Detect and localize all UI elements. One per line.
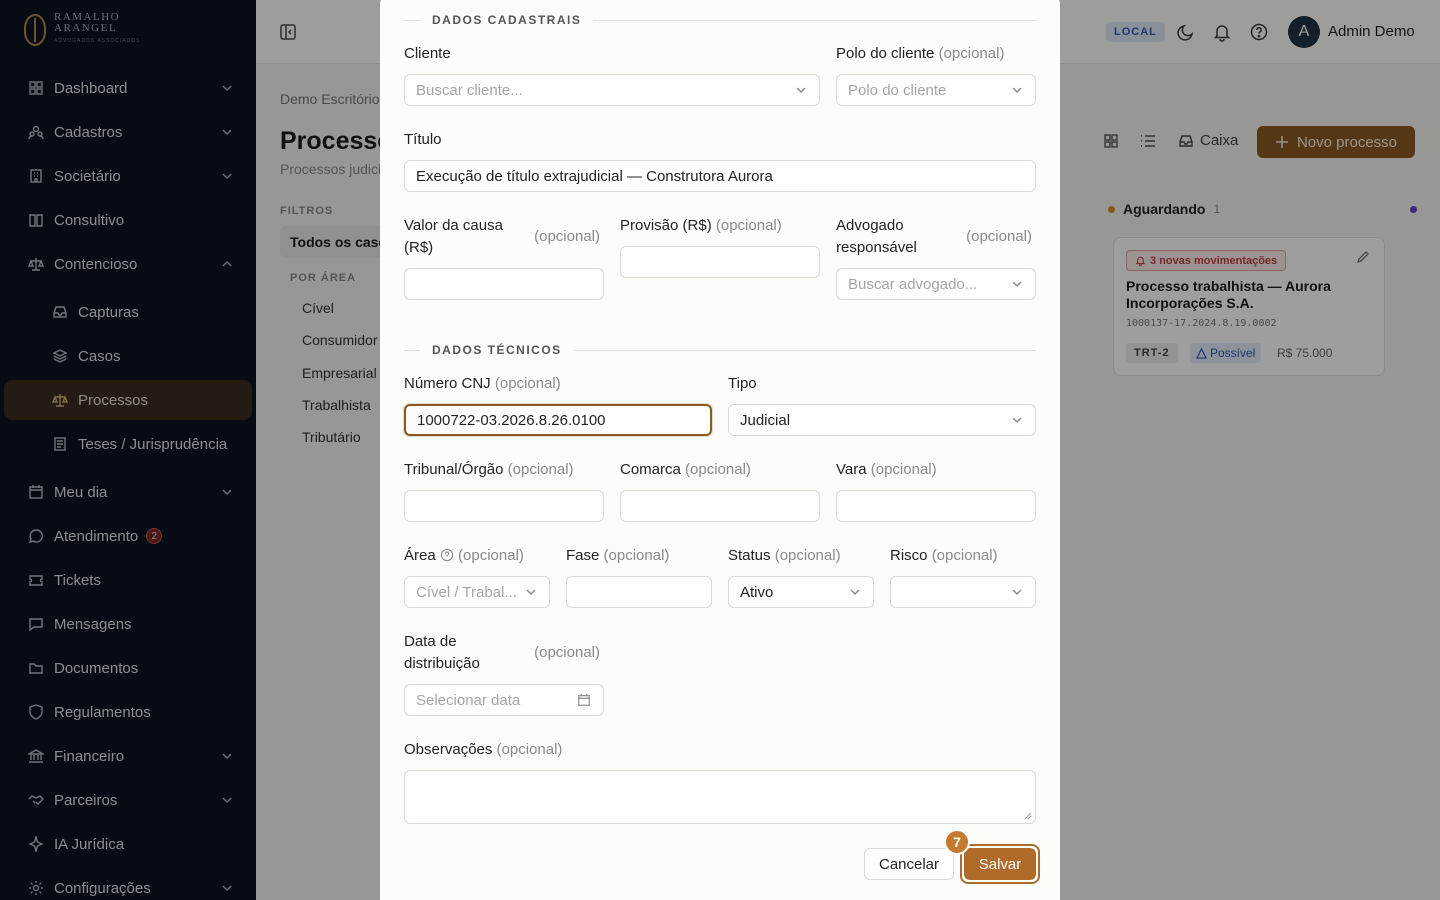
cancel-button[interactable]: Cancelar [864,848,954,880]
provisao-input[interactable] [620,246,820,278]
risco-label: Risco (opcional) [890,547,998,564]
area-select[interactable]: Cível / Trabal... [404,576,550,608]
save-button-highlight: Salvar [960,844,1040,884]
cliente-select[interactable]: Buscar cliente... [404,74,820,106]
calendar-icon [578,693,590,706]
risco-select[interactable] [890,576,1036,608]
polo-label: Polo do cliente (opcional) [836,45,1005,62]
cliente-label: Cliente [404,45,451,62]
cnj-input[interactable]: 1000722-03.2026.8.26.0100 [404,404,712,436]
provisao-label: Provisão (R$) (opcional) [620,217,782,234]
process-form-dialog: DADOS CADASTRAIS Cliente Buscar cliente.… [380,0,1060,900]
section-title: DADOS TÉCNICOS [432,343,562,357]
tipo-label: Tipo [728,375,757,392]
chevron-down-icon [1012,281,1022,287]
area-placeholder: Cível / Trabal... [416,583,517,601]
advogado-label: Advogado responsável (opcional) [836,217,1032,256]
advogado-select[interactable]: Buscar advogado... [836,268,1036,300]
chevron-down-icon [1012,417,1022,423]
polo-select[interactable]: Polo do cliente [836,74,1036,106]
chevron-down-icon [1012,589,1022,595]
vara-label: Vara (opcional) [836,461,937,478]
fase-label: Fase (opcional) [566,547,670,564]
chevron-down-icon [796,87,806,93]
section-header-tecnicos: DADOS TÉCNICOS [404,343,1036,357]
cliente-placeholder: Buscar cliente... [416,81,523,99]
data-distribuicao-picker[interactable]: Selecionar data [404,684,604,716]
step-indicator-badge: 7 [944,829,970,855]
status-value: Ativo [740,583,774,601]
section-title: DADOS CADASTRAIS [432,13,582,27]
chevron-down-icon [850,589,860,595]
comarca-label: Comarca (opcional) [620,461,751,478]
observacoes-textarea[interactable] [404,770,1036,824]
status-label: Status (opcional) [728,547,841,564]
resize-handle-icon[interactable] [1024,812,1032,820]
titulo-value: Execução de título extrajudicial — Const… [416,167,773,185]
titulo-label: Título [404,131,442,148]
save-button[interactable]: Salvar [964,848,1036,880]
vara-input[interactable] [836,490,1036,522]
comarca-input[interactable] [620,490,820,522]
advogado-placeholder: Buscar advogado... [848,275,978,293]
valor-input[interactable] [404,268,604,300]
tipo-select[interactable]: Judicial [728,404,1036,436]
observacoes-label: Observações (opcional) [404,741,563,758]
valor-label: Valor da causa (R$) (opcional) [404,217,600,256]
section-header-cadastrais: DADOS CADASTRAIS [404,13,1036,27]
data-distribuicao-label: Data de distribuição (opcional) [404,633,600,672]
titulo-input[interactable]: Execução de título extrajudicial — Const… [404,160,1036,192]
tipo-value: Judicial [740,411,791,429]
chevron-down-icon [1012,87,1022,93]
date-placeholder: Selecionar data [416,691,521,709]
fase-input[interactable] [566,576,712,608]
cnj-value: 1000722-03.2026.8.26.0100 [417,411,606,429]
polo-placeholder: Polo do cliente [848,81,947,99]
status-select[interactable]: Ativo [728,576,874,608]
area-label: Área (opcional) [404,547,524,564]
chevron-down-icon [526,589,536,595]
tribunal-input[interactable] [404,490,604,522]
tribunal-label: Tribunal/Órgão (opcional) [404,461,574,478]
cnj-label: Número CNJ (opcional) [404,375,561,392]
help-icon[interactable] [440,548,454,562]
